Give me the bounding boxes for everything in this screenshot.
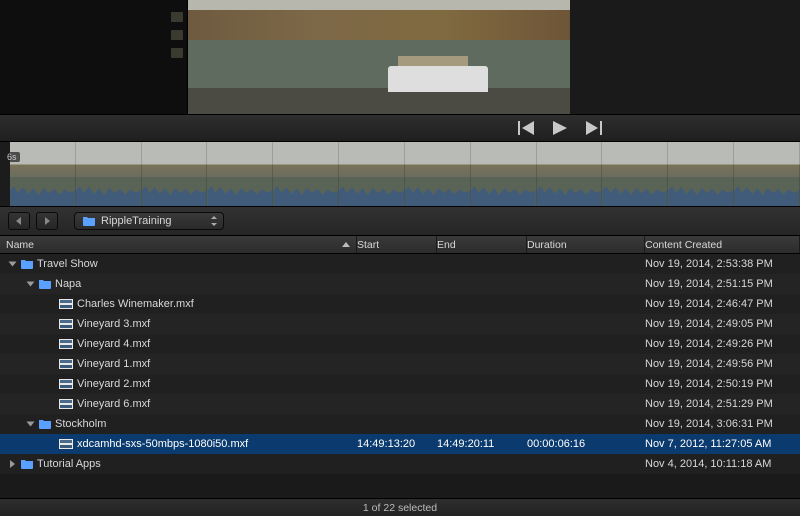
- filmstrip[interactable]: [0, 142, 800, 207]
- row-label: Vineyard 3.mxf: [77, 318, 150, 330]
- col-name[interactable]: Name: [0, 236, 357, 253]
- filmstrip-timestamp: 6s: [4, 152, 20, 162]
- row-label: xdcamhd-sxs-50mbps-1080i50.mxf: [77, 438, 248, 450]
- col-end[interactable]: End: [437, 236, 527, 253]
- browser-toolbar: RippleTraining: [0, 207, 800, 236]
- table-row-clip[interactable]: Vineyard 4.mxf Nov 19, 2014, 2:49:26 PM: [0, 334, 800, 354]
- row-label: Vineyard 4.mxf: [77, 338, 150, 350]
- row-label: Tutorial Apps: [37, 458, 101, 470]
- disclosure-triangle-icon[interactable]: [10, 460, 15, 468]
- cell-created: Nov 19, 2014, 2:49:05 PM: [645, 318, 800, 330]
- chevron-right-icon: [43, 217, 51, 225]
- filmstrip-frame[interactable]: [537, 142, 603, 206]
- nav-forward-button[interactable]: [36, 212, 58, 230]
- filmstrip-frame[interactable]: [668, 142, 734, 206]
- table-row-clip[interactable]: Charles Winemaker.mxf Nov 19, 2014, 2:46:…: [0, 294, 800, 314]
- row-label: Napa: [55, 278, 81, 290]
- clip-icon: [59, 299, 73, 309]
- row-label: Vineyard 1.mxf: [77, 358, 150, 370]
- row-label: Stockholm: [55, 418, 106, 430]
- chevron-left-icon: [15, 217, 23, 225]
- cell-duration: 00:00:06:16: [527, 438, 645, 450]
- gutter-marker: [171, 48, 183, 58]
- row-label: Travel Show: [37, 258, 98, 270]
- selection-status: 1 of 22 selected: [363, 502, 437, 514]
- table-row-clip[interactable]: Vineyard 3.mxf Nov 19, 2014, 2:49:05 PM: [0, 314, 800, 334]
- table-row-clip[interactable]: Vineyard 2.mxf Nov 19, 2014, 2:50:19 PM: [0, 374, 800, 394]
- filmstrip-frame[interactable]: [339, 142, 405, 206]
- playback-controls: [0, 114, 800, 142]
- cell-created: Nov 19, 2014, 2:49:56 PM: [645, 358, 800, 370]
- location-label: RippleTraining: [101, 215, 172, 227]
- row-label: Vineyard 2.mxf: [77, 378, 150, 390]
- gutter-marker: [171, 12, 183, 22]
- cell-created: Nov 4, 2014, 10:11:18 AM: [645, 458, 800, 470]
- filmstrip-frame[interactable]: [471, 142, 537, 206]
- nav-back-button[interactable]: [8, 212, 30, 230]
- disclosure-triangle-icon[interactable]: [27, 282, 35, 287]
- disclosure-triangle-icon[interactable]: [27, 422, 35, 427]
- folder-icon: [21, 459, 33, 469]
- table-row-clip[interactable]: Vineyard 1.mxf Nov 19, 2014, 2:49:56 PM: [0, 354, 800, 374]
- filmstrip-frame[interactable]: [10, 142, 76, 206]
- col-duration[interactable]: Duration: [527, 236, 645, 253]
- row-label: Vineyard 6.mxf: [77, 398, 150, 410]
- cell-created: Nov 7, 2012, 11:27:05 AM: [645, 438, 800, 450]
- clip-icon: [59, 399, 73, 409]
- folder-icon: [21, 259, 33, 269]
- table-row-folder[interactable]: Tutorial Apps Nov 4, 2014, 10:11:18 AM: [0, 454, 800, 474]
- skip-back-icon[interactable]: [518, 121, 534, 135]
- table-row-clip[interactable]: Vineyard 6.mxf Nov 19, 2014, 2:51:29 PM: [0, 394, 800, 414]
- disclosure-triangle-icon[interactable]: [9, 262, 17, 267]
- preview-road: [188, 88, 570, 114]
- table-row-folder[interactable]: Travel Show Nov 19, 2014, 2:53:38 PM: [0, 254, 800, 274]
- folder-icon: [39, 279, 51, 289]
- clip-icon: [59, 319, 73, 329]
- row-label: Charles Winemaker.mxf: [77, 298, 194, 310]
- cell-created: Nov 19, 2014, 2:51:29 PM: [645, 398, 800, 410]
- clip-icon: [59, 379, 73, 389]
- filmstrip-frame[interactable]: [207, 142, 273, 206]
- cell-created: Nov 19, 2014, 2:46:47 PM: [645, 298, 800, 310]
- filmstrip-frame[interactable]: [602, 142, 668, 206]
- filmstrip-frame[interactable]: [76, 142, 142, 206]
- clip-icon: [59, 359, 73, 369]
- left-gutter: [0, 0, 188, 114]
- clip-icon: [59, 339, 73, 349]
- cell-created: Nov 19, 2014, 2:49:26 PM: [645, 338, 800, 350]
- filmstrip-frame[interactable]: [142, 142, 208, 206]
- preview-boat: [388, 66, 488, 92]
- table-row-clip[interactable]: xdcamhd-sxs-50mbps-1080i50.mxf 14:49:13:2…: [0, 434, 800, 454]
- table-body: Travel ShowNov 19, 2014, 2:53:38 PMNapaN…: [0, 254, 800, 498]
- cell-created: Nov 19, 2014, 3:06:31 PM: [645, 418, 800, 430]
- col-created[interactable]: Content Created: [645, 236, 800, 253]
- skip-forward-icon[interactable]: [586, 121, 602, 135]
- cell-created: Nov 19, 2014, 2:51:15 PM: [645, 278, 800, 290]
- cell-end: 14:49:20:11: [437, 438, 527, 450]
- filmstrip-frame[interactable]: [405, 142, 471, 206]
- cell-created: Nov 19, 2014, 2:53:38 PM: [645, 258, 800, 270]
- folder-icon: [39, 419, 51, 429]
- clip-icon: [59, 439, 73, 449]
- col-start[interactable]: Start: [357, 236, 437, 253]
- play-icon[interactable]: [552, 121, 568, 135]
- preview-viewer[interactable]: [188, 0, 570, 114]
- folder-icon: [83, 216, 95, 226]
- updown-icon: [210, 216, 218, 226]
- status-bar: 1 of 22 selected: [0, 498, 800, 516]
- cell-start: 14:49:13:20: [357, 438, 437, 450]
- table-row-folder[interactable]: Napa Nov 19, 2014, 2:51:15 PM: [0, 274, 800, 294]
- location-dropdown[interactable]: RippleTraining: [74, 212, 224, 230]
- gutter-marker: [171, 30, 183, 40]
- table-header: Name Start End Duration Content Created: [0, 236, 800, 254]
- table-row-folder[interactable]: Stockholm Nov 19, 2014, 3:06:31 PM: [0, 414, 800, 434]
- cell-created: Nov 19, 2014, 2:50:19 PM: [645, 378, 800, 390]
- filmstrip-frame[interactable]: [734, 142, 800, 206]
- filmstrip-frame[interactable]: [273, 142, 339, 206]
